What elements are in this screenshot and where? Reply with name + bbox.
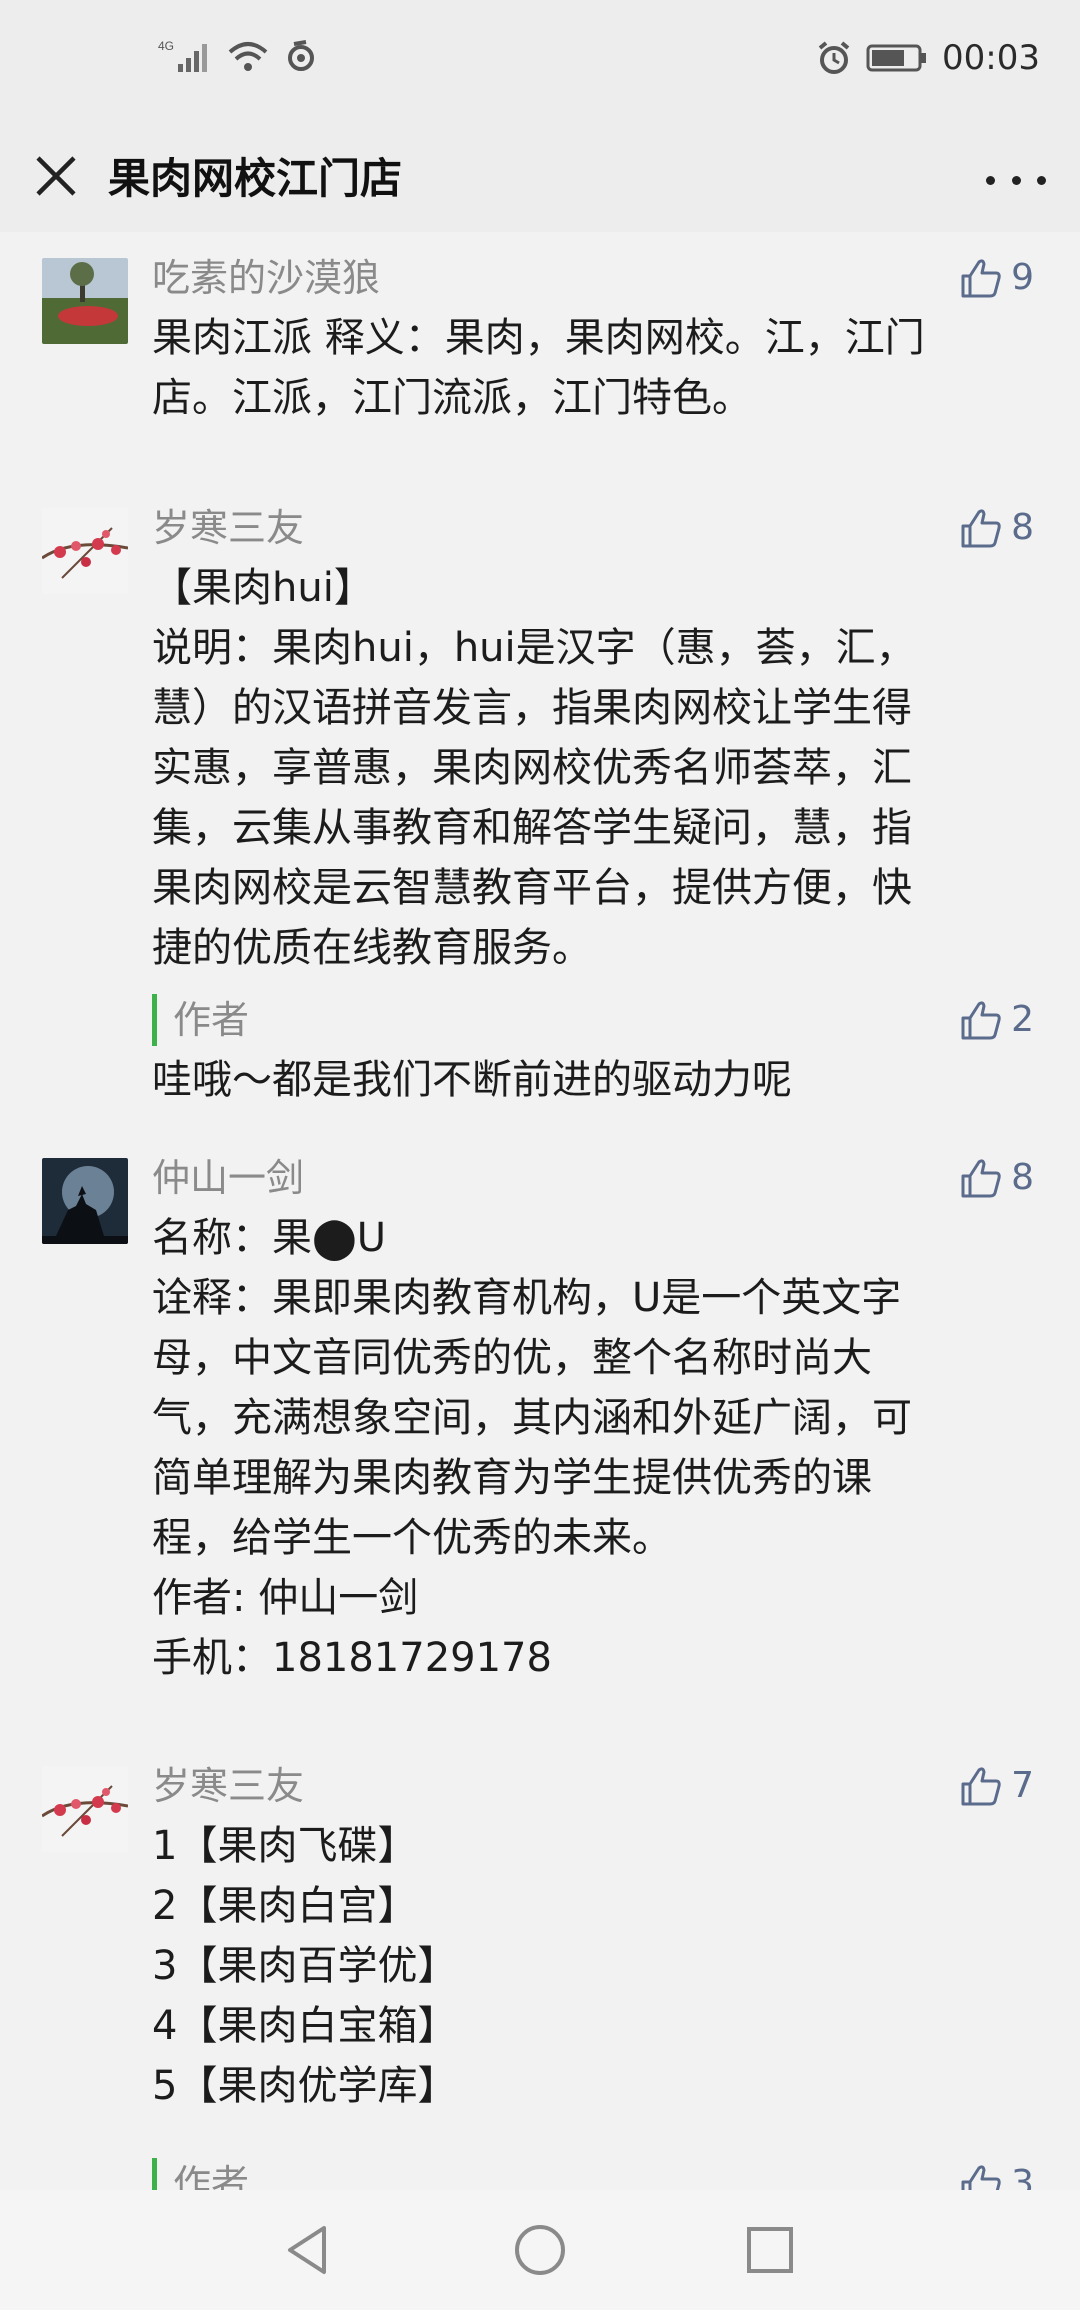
avatar[interactable] [42,1766,128,1852]
cellular-signal-icon: 4G [158,39,207,72]
like-count: 8 [1011,1157,1034,1198]
comment-text: 名称：果⬤U 诠释：果即果肉教育机构，U是一个英文字 母，中文音同优秀的优，整个… [152,1208,1022,1688]
reply-like-button[interactable]: 3 [959,2158,1034,2190]
status-bar: 4G 00:03 [0,0,1080,128]
comment-text: 果肉江派 释义：果肉，果肉网校。江，江门 店。江派，江门流派，江门特色。 [152,308,1022,428]
status-time: 00:03 [942,38,1040,78]
sync-icon [288,40,314,71]
comment-line: 【果肉hui】 [152,565,374,611]
comment-line: 店。江派，江门流派，江门特色。 [152,375,752,421]
comment-line: 简单理解为果肉教育为学生提供优秀的课 [152,1455,872,1501]
like-button[interactable]: 8 [959,1152,1034,1204]
thumbs-up-icon [961,509,1001,548]
comment-line: 母，中文音同优秀的优，整个名称时尚大 [152,1335,872,1381]
comment-line: 诠释：果即果肉教育机构，U是一个英文字 [152,1275,902,1321]
like-count: 8 [1011,507,1034,548]
more-dot [986,175,995,185]
comment-line: 气，充满想象空间，其内涵和外延广阔，可 [152,1395,912,1441]
comment-line: 3【果肉百学优】 [152,1943,458,1989]
author-reply-tag: 作者 [152,994,249,1046]
commenter-name[interactable]: 岁寒三友 [152,502,304,554]
like-count: 9 [1011,257,1034,298]
like-button[interactable]: 9 [959,252,1034,304]
more-dot [1011,175,1021,185]
like-count: 2 [1011,999,1034,1040]
comment-line: 程，给学生一个优秀的未来。 [152,1515,672,1561]
commenter-name[interactable]: 吃素的沙漠狼 [152,252,380,304]
commenter-name[interactable]: 岁寒三友 [152,1760,304,1812]
nav-bar: 果肉网校江门店 [0,128,1080,232]
comment-line: 4【果肉白宝箱】 [152,2003,458,2049]
thumbs-up-icon [961,1767,1001,1806]
battery-icon [866,44,927,72]
comment-line: 作者: 仲山一剑 [152,1575,419,1621]
comment-line: 说明：果肉hui，hui是汉字（惠，荟，汇， [152,625,916,671]
system-nav-bar [0,2190,1080,2310]
alarm-icon [818,41,850,74]
comment-text: 1【果肉飞碟】 2【果肉白宫】 3【果肉百学优】 4【果肉白宝箱】 5【果肉优学… [152,1816,1022,2116]
thumbs-up-icon [961,2165,1001,2190]
status-right: 00:03 [816,38,1040,78]
like-count: 3 [1011,2163,1034,2190]
svg-text:4G: 4G [158,39,174,53]
like-button[interactable]: 7 [959,1760,1034,1812]
comment-line: 集，云集从事教育和解答学生疑问，慧，指 [152,805,912,851]
reply-like-button[interactable]: 2 [959,994,1034,1046]
comment-line: 果肉网校是云智慧教育平台，提供方便，快 [152,865,912,911]
author-reply-text: 哇哦～都是我们不断前进的驱动力呢 [152,1057,792,1103]
comment-line: 实惠，享普惠，果肉网校优秀名师荟萃，汇 [152,745,912,791]
comment-line: 果肉江派 释义：果肉，果肉网校。江，江门 [152,315,925,361]
thumbs-up-icon [961,259,1001,298]
comment-list[interactable]: 吃素的沙漠狼 9 果肉江派 释义：果肉，果肉网校。江，江门 店。江派，江门流派，… [0,232,1080,2190]
like-button[interactable]: 8 [959,502,1034,554]
home-circle-icon[interactable] [510,2220,570,2280]
more-icon[interactable] [986,158,1046,202]
comment-line: 1【果肉飞碟】 [152,1823,418,1869]
comment-line: 慧）的汉语拼音发言，指果肉网校让学生得 [152,685,912,731]
more-dot [1037,175,1046,185]
like-count: 7 [1011,1765,1034,1806]
status-left: 4G [158,38,318,74]
back-triangle-icon[interactable] [278,2220,338,2280]
thumbs-up-icon [961,1159,1001,1198]
avatar[interactable] [42,508,128,594]
commenter-name[interactable]: 仲山一剑 [152,1152,304,1204]
author-reply-tag: 作者 [152,2158,249,2190]
comment-line: 2【果肉白宫】 [152,1883,418,1929]
wifi-icon [228,42,268,71]
recents-square-icon[interactable] [740,2220,800,2280]
comment-line: 名称：果⬤U [152,1215,387,1261]
avatar[interactable] [42,258,128,344]
thumbs-up-icon [961,1001,1001,1040]
comment-text: 【果肉hui】 说明：果肉hui，hui是汉字（惠，荟，汇， 慧）的汉语拼音发言… [152,558,1022,978]
comment-line: 5【果肉优学库】 [152,2063,458,2109]
page-title: 果肉网校江门店 [108,154,403,203]
comment-line: 手机：18181729178 [152,1635,552,1681]
comment-line: 捷的优质在线教育服务。 [152,925,592,971]
close-icon[interactable] [30,150,90,210]
avatar[interactable] [42,1158,128,1244]
